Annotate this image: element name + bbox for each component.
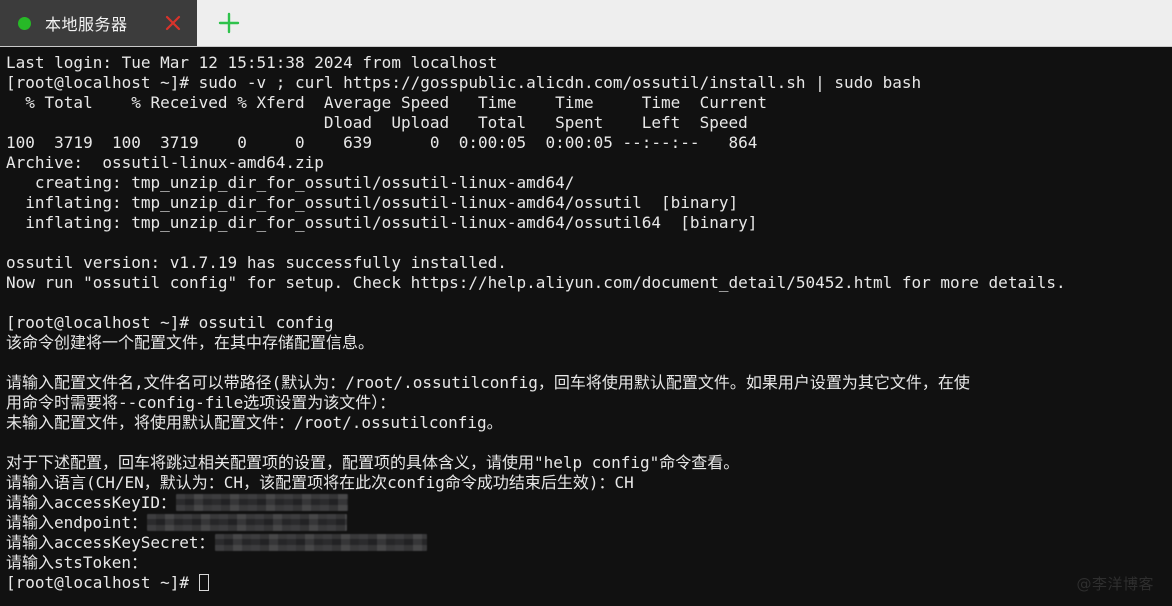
terminal-line: Last login: Tue Mar 12 15:51:38 2024 fro… bbox=[6, 53, 498, 72]
terminal-line: % Total % Received % Xferd Average Speed… bbox=[6, 93, 767, 112]
close-icon[interactable] bbox=[163, 13, 183, 33]
terminal-line: Now run "ossutil config" for setup. Chec… bbox=[6, 273, 1066, 292]
terminal-active-prompt[interactable]: [root@localhost ~]# bbox=[6, 573, 1172, 593]
terminal-line: 请输入语言(CH/EN，默认为：CH，该配置项将在此次config命令成功结束后… bbox=[6, 473, 634, 492]
terminal-line: creating: tmp_unzip_dir_for_ossutil/ossu… bbox=[6, 173, 575, 192]
text-cursor bbox=[198, 574, 209, 591]
terminal-line: inflating: tmp_unzip_dir_for_ossutil/oss… bbox=[6, 193, 739, 212]
terminal-line: 用命令时需要将--config-file选项设置为该文件）： bbox=[6, 393, 396, 412]
terminal-prompt-line: 请输入stsToken： bbox=[6, 553, 1172, 573]
prompt-label: 请输入accessKeySecret： bbox=[6, 533, 215, 552]
terminal-prompt-line: 请输入accessKeySecret： bbox=[6, 533, 1172, 553]
terminal-prompt-line: 请输入endpoint： bbox=[6, 513, 1172, 533]
shell-prompt: [root@localhost ~]# bbox=[6, 573, 199, 592]
connection-status-dot-icon bbox=[18, 16, 31, 30]
prompt-label: 请输入accessKeyID： bbox=[6, 493, 176, 512]
terminal-line: [root@localhost ~]# ossutil config bbox=[6, 313, 334, 332]
terminal-line: 请输入配置文件名,文件名可以带路径(默认为：/root/.ossutilconf… bbox=[6, 373, 970, 392]
prompt-label: 请输入endpoint： bbox=[6, 513, 148, 532]
terminal-line: 对于下述配置，回车将跳过相关配置项的设置，配置项的具体含义，请使用"help c… bbox=[6, 453, 740, 472]
terminal-prompt-line: 请输入accessKeyID： bbox=[6, 493, 1172, 513]
terminal-line: 未输入配置文件，将使用默认配置文件：/root/.ossutilconfig。 bbox=[6, 413, 503, 432]
redacted-value-mask bbox=[175, 494, 348, 511]
terminal-output-area[interactable]: Last login: Tue Mar 12 15:51:38 2024 fro… bbox=[0, 46, 1172, 606]
terminal-line: ossutil version: v1.7.19 has successfull… bbox=[6, 253, 507, 272]
redacted-value-mask bbox=[214, 534, 427, 551]
terminal-lines: Last login: Tue Mar 12 15:51:38 2024 fro… bbox=[6, 53, 1172, 593]
terminal-line: Dload Upload Total Spent Left Speed bbox=[6, 113, 748, 132]
prompt-label: 请输入stsToken： bbox=[6, 553, 148, 572]
terminal-tab-local-server[interactable]: 本地服务器 bbox=[0, 0, 197, 46]
new-tab-button[interactable] bbox=[197, 0, 261, 46]
terminal-line: 100 3719 100 3719 0 0 639 0 0:00:05 0:00… bbox=[6, 133, 758, 152]
terminal-line: Archive: ossutil-linux-amd64.zip bbox=[6, 153, 324, 172]
terminal-line: 该命令创建将一个配置文件，在其中存储配置信息。 bbox=[6, 333, 375, 352]
tab-bar: 本地服务器 bbox=[0, 0, 1172, 46]
plus-icon bbox=[216, 10, 242, 36]
tab-label: 本地服务器 bbox=[45, 15, 128, 34]
redacted-value-mask bbox=[147, 514, 348, 531]
terminal-line: [root@localhost ~]# sudo -v ; curl https… bbox=[6, 73, 922, 92]
terminal-line: inflating: tmp_unzip_dir_for_ossutil/oss… bbox=[6, 213, 758, 232]
